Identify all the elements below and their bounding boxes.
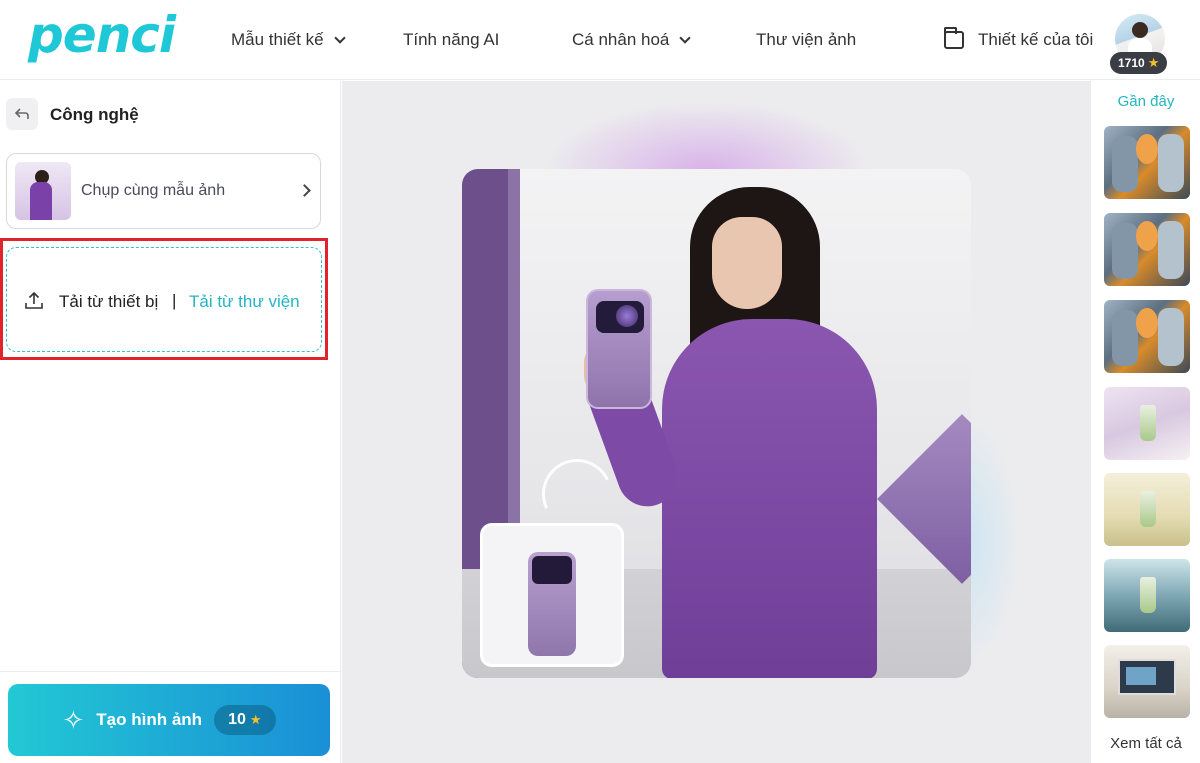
thumb-cup: [1140, 491, 1156, 527]
my-designs-label: Thiết kế của tôi: [978, 30, 1094, 49]
thumb-splash: [1136, 134, 1158, 164]
credits-count: 1710: [1118, 56, 1145, 70]
thumb-cup: [1140, 405, 1156, 441]
credits-badge: 1710 ★: [1110, 52, 1168, 74]
nav-photo-library-label: Thư viện ảnh: [756, 30, 857, 49]
nav-personalize-label: Cá nhân hoá: [572, 30, 670, 49]
left-panel: Công nghệ Chụp cùng mẫu ảnh Tải từ thiết…: [0, 81, 341, 763]
recent-title[interactable]: Gần đây: [1092, 93, 1200, 110]
preview-canvas: [342, 81, 1091, 763]
sparkle-icon: ✧: [62, 704, 85, 735]
thumb-laptop-screen: [1118, 659, 1176, 695]
thumb-splash: [1136, 221, 1158, 251]
nav-photo-library[interactable]: Thư viện ảnh: [756, 30, 856, 50]
product-phone: [586, 289, 652, 409]
nav-templates[interactable]: Mẫu thiết kế: [231, 30, 346, 50]
recent-thumbnail[interactable]: [1104, 387, 1190, 460]
generate-label: Tạo hình ảnh: [96, 710, 203, 729]
nav-ai-features-label: Tính năng AI: [403, 30, 500, 49]
generated-image[interactable]: [462, 169, 971, 678]
thumb-splash: [1136, 308, 1158, 338]
recent-thumbnail[interactable]: [1104, 126, 1190, 199]
top-bar: penci Mẫu thiết kế Tính năng AI Cá nhân …: [0, 0, 1200, 80]
divider: [0, 671, 341, 672]
recent-thumbnail[interactable]: [1104, 473, 1190, 546]
nav-templates-label: Mẫu thiết kế: [231, 30, 324, 49]
reference-phone: [528, 552, 576, 656]
my-designs-link[interactable]: Thiết kế của tôi: [944, 27, 1094, 50]
chevron-down-icon: [333, 32, 346, 44]
chevron-down-icon: [679, 32, 692, 44]
thumb-cup: [1140, 577, 1156, 613]
recent-thumbnail[interactable]: [1104, 213, 1190, 286]
product-reference-inset: [480, 523, 624, 667]
category-title: Công nghệ: [50, 105, 139, 124]
thumb-robot-2: [1158, 134, 1184, 192]
thumb-dress: [30, 182, 52, 220]
star-icon: ★: [249, 712, 262, 727]
thumb-robot: [1112, 136, 1138, 192]
generate-cost-badge: 10 ★: [214, 705, 276, 735]
recent-panel: Gần đây Xem tất cả: [1092, 81, 1200, 763]
thumb-robot: [1112, 223, 1138, 279]
nav-ai-features[interactable]: Tính năng AI: [403, 30, 499, 50]
chevron-right-icon: [298, 184, 311, 197]
template-card[interactable]: Chụp cùng mẫu ảnh: [6, 153, 321, 229]
model-face: [712, 217, 782, 309]
back-button[interactable]: [6, 98, 38, 130]
recent-thumbnail[interactable]: [1104, 559, 1190, 632]
generate-image-button[interactable]: ✧ Tạo hình ảnh 10 ★: [8, 684, 330, 756]
folder-icon: [944, 27, 964, 49]
see-all-link[interactable]: Xem tất cả: [1092, 735, 1200, 752]
penci-logo[interactable]: penci: [28, 6, 176, 64]
back-arrow-icon: [14, 108, 29, 119]
thumb-robot-2: [1158, 221, 1184, 279]
highlight-frame: [0, 238, 328, 360]
thumb-robot: [1112, 310, 1138, 366]
recent-thumbnail[interactable]: [1104, 300, 1190, 373]
template-thumbnail: [15, 162, 71, 220]
model-dress: [662, 319, 877, 678]
phone-camera: [596, 301, 644, 333]
template-label: Chụp cùng mẫu ảnh: [81, 182, 226, 199]
recent-thumbnail[interactable]: [1104, 645, 1190, 718]
generate-cost: 10: [228, 711, 246, 728]
bg-prism: [877, 414, 971, 584]
star-icon: ★: [1147, 55, 1160, 70]
thumb-robot-2: [1158, 308, 1184, 366]
avatar-head: [1132, 22, 1148, 38]
nav-personalize[interactable]: Cá nhân hoá: [572, 30, 692, 50]
